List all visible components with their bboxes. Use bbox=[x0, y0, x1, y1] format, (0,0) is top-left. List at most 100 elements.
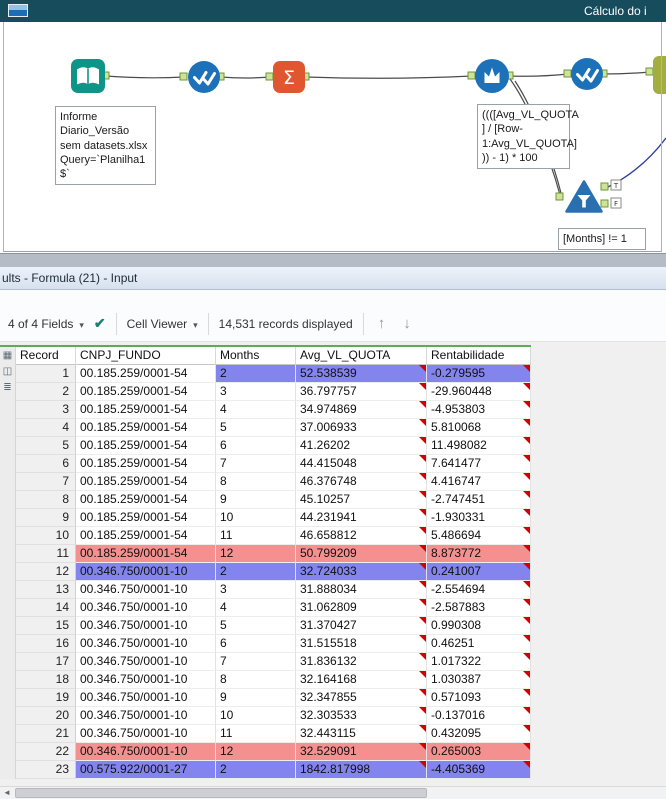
horizontal-scrollbar[interactable]: ◄ bbox=[0, 786, 666, 799]
cell-avg-vl-quota[interactable]: 50.799209 bbox=[296, 545, 427, 563]
cell-months[interactable]: 6 bbox=[216, 437, 296, 455]
cell-months[interactable]: 2 bbox=[216, 761, 296, 779]
cell-rentabilidade[interactable]: 4.416747 bbox=[427, 473, 531, 491]
record-number[interactable]: 22 bbox=[16, 743, 76, 761]
cell-cnpj-fundo[interactable]: 00.346.750/0001-10 bbox=[76, 725, 216, 743]
record-number[interactable]: 23 bbox=[16, 761, 76, 779]
cell-rentabilidade[interactable]: 5.486694 bbox=[427, 527, 531, 545]
cell-months[interactable]: 8 bbox=[216, 671, 296, 689]
cell-cnpj-fundo[interactable]: 00.346.750/0001-10 bbox=[76, 653, 216, 671]
cell-cnpj-fundo[interactable]: 00.346.750/0001-10 bbox=[76, 743, 216, 761]
cell-viewer-dropdown[interactable]: Cell Viewer ▾ bbox=[127, 317, 198, 331]
record-number[interactable]: 7 bbox=[16, 473, 76, 491]
cell-cnpj-fundo[interactable]: 00.346.750/0001-10 bbox=[76, 599, 216, 617]
cell-months[interactable]: 9 bbox=[216, 689, 296, 707]
record-number[interactable]: 8 bbox=[16, 491, 76, 509]
cell-months[interactable]: 2 bbox=[216, 365, 296, 383]
profile-view-icon[interactable]: ◫ bbox=[2, 366, 14, 378]
cell-rentabilidade[interactable]: 0.46251 bbox=[427, 635, 531, 653]
cell-rentabilidade[interactable]: 5.810068 bbox=[427, 419, 531, 437]
cell-months[interactable]: 3 bbox=[216, 581, 296, 599]
cell-months[interactable]: 12 bbox=[216, 743, 296, 761]
cell-avg-vl-quota[interactable]: 31.515518 bbox=[296, 635, 427, 653]
cell-rentabilidade[interactable]: -4.405369 bbox=[427, 761, 531, 779]
cell-rentabilidade[interactable]: 11.498082 bbox=[427, 437, 531, 455]
cell-cnpj-fundo[interactable]: 00.185.259/0001-54 bbox=[76, 491, 216, 509]
metadata-view-icon[interactable]: ≣ bbox=[2, 382, 14, 394]
annotation-formula[interactable]: ((([Avg_VL_QUOTA ] / [Row- 1:Avg_VL_QUOT… bbox=[477, 104, 579, 170]
cell-avg-vl-quota[interactable]: 31.370427 bbox=[296, 617, 427, 635]
record-number[interactable]: 15 bbox=[16, 617, 76, 635]
cell-avg-vl-quota[interactable]: 31.836132 bbox=[296, 653, 427, 671]
cell-rentabilidade[interactable]: -2.587883 bbox=[427, 599, 531, 617]
cell-cnpj-fundo[interactable]: 00.185.259/0001-54 bbox=[76, 509, 216, 527]
cell-cnpj-fundo[interactable]: 00.185.259/0001-54 bbox=[76, 419, 216, 437]
cell-cnpj-fundo[interactable]: 00.185.259/0001-54 bbox=[76, 365, 216, 383]
cell-cnpj-fundo[interactable]: 00.185.259/0001-54 bbox=[76, 527, 216, 545]
cell-months[interactable]: 3 bbox=[216, 383, 296, 401]
cell-avg-vl-quota[interactable]: 45.10257 bbox=[296, 491, 427, 509]
cell-cnpj-fundo[interactable]: 00.346.750/0001-10 bbox=[76, 581, 216, 599]
cell-months[interactable]: 11 bbox=[216, 725, 296, 743]
cell-rentabilidade[interactable]: 7.641477 bbox=[427, 455, 531, 473]
cell-avg-vl-quota[interactable]: 46.658812 bbox=[296, 527, 427, 545]
cell-rentabilidade[interactable]: -4.953803 bbox=[427, 401, 531, 419]
record-number[interactable]: 18 bbox=[16, 671, 76, 689]
cell-avg-vl-quota[interactable]: 34.974869 bbox=[296, 401, 427, 419]
cell-avg-vl-quota[interactable]: 31.062809 bbox=[296, 599, 427, 617]
record-number[interactable]: 3 bbox=[16, 401, 76, 419]
cell-months[interactable]: 4 bbox=[216, 401, 296, 419]
cell-cnpj-fundo[interactable]: 00.346.750/0001-10 bbox=[76, 671, 216, 689]
column-header-months[interactable]: Months bbox=[216, 347, 296, 365]
cell-avg-vl-quota[interactable]: 44.231941 bbox=[296, 509, 427, 527]
cell-avg-vl-quota[interactable]: 36.797757 bbox=[296, 383, 427, 401]
cell-rentabilidade[interactable]: -0.137016 bbox=[427, 707, 531, 725]
record-number[interactable]: 6 bbox=[16, 455, 76, 473]
record-number[interactable]: 13 bbox=[16, 581, 76, 599]
cell-cnpj-fundo[interactable]: 00.185.259/0001-54 bbox=[76, 437, 216, 455]
cell-rentabilidade[interactable]: 0.265003 bbox=[427, 743, 531, 761]
cell-cnpj-fundo[interactable]: 00.346.750/0001-10 bbox=[76, 707, 216, 725]
record-number[interactable]: 2 bbox=[16, 383, 76, 401]
cell-months[interactable]: 10 bbox=[216, 509, 296, 527]
cell-months[interactable]: 5 bbox=[216, 419, 296, 437]
cell-months[interactable]: 4 bbox=[216, 599, 296, 617]
cell-avg-vl-quota[interactable]: 32.347855 bbox=[296, 689, 427, 707]
workflow-canvas[interactable]: T F Σ Informe Diario_Versão sem datasets… bbox=[0, 22, 666, 253]
record-number[interactable]: 9 bbox=[16, 509, 76, 527]
table-view-icon[interactable]: ▦ bbox=[2, 350, 14, 362]
cell-months[interactable]: 7 bbox=[216, 653, 296, 671]
scroll-up-button[interactable]: ↑ bbox=[374, 315, 390, 332]
tool-select-1[interactable] bbox=[187, 60, 221, 97]
column-header-cnpj_fundo[interactable]: CNPJ_FUNDO bbox=[76, 347, 216, 365]
tool-input-data[interactable] bbox=[70, 58, 106, 97]
cell-cnpj-fundo[interactable]: 00.346.750/0001-10 bbox=[76, 563, 216, 581]
cell-months[interactable]: 5 bbox=[216, 617, 296, 635]
apply-check-icon[interactable]: ✔ bbox=[94, 315, 106, 332]
cell-months[interactable]: 8 bbox=[216, 473, 296, 491]
cell-rentabilidade[interactable]: 0.432095 bbox=[427, 725, 531, 743]
cell-rentabilidade[interactable]: 0.241007 bbox=[427, 563, 531, 581]
cell-avg-vl-quota[interactable]: 32.529091 bbox=[296, 743, 427, 761]
cell-avg-vl-quota[interactable]: 41.26202 bbox=[296, 437, 427, 455]
tool-partial-right[interactable] bbox=[652, 55, 666, 98]
record-number[interactable]: 11 bbox=[16, 545, 76, 563]
cell-months[interactable]: 9 bbox=[216, 491, 296, 509]
cell-avg-vl-quota[interactable]: 32.724033 bbox=[296, 563, 427, 581]
column-header-avg_vl_quota[interactable]: Avg_VL_QUOTA bbox=[296, 347, 427, 365]
fields-dropdown[interactable]: 4 of 4 Fields ▾ bbox=[8, 317, 84, 331]
cell-months[interactable]: 2 bbox=[216, 563, 296, 581]
cell-cnpj-fundo[interactable]: 00.346.750/0001-10 bbox=[76, 617, 216, 635]
cell-rentabilidade[interactable]: -29.960448 bbox=[427, 383, 531, 401]
record-number[interactable]: 10 bbox=[16, 527, 76, 545]
scrollbar-thumb[interactable] bbox=[15, 788, 427, 798]
record-number[interactable]: 1 bbox=[16, 365, 76, 383]
record-number[interactable]: 21 bbox=[16, 725, 76, 743]
annotation-input[interactable]: Informe Diario_Versão sem datasets.xlsx … bbox=[55, 106, 156, 186]
cell-cnpj-fundo[interactable]: 00.185.259/0001-54 bbox=[76, 545, 216, 563]
cell-cnpj-fundo[interactable]: 00.346.750/0001-10 bbox=[76, 689, 216, 707]
cell-rentabilidade[interactable]: 0.990308 bbox=[427, 617, 531, 635]
cell-rentabilidade[interactable]: 1.030387 bbox=[427, 671, 531, 689]
cell-avg-vl-quota[interactable]: 32.303533 bbox=[296, 707, 427, 725]
cell-months[interactable]: 12 bbox=[216, 545, 296, 563]
